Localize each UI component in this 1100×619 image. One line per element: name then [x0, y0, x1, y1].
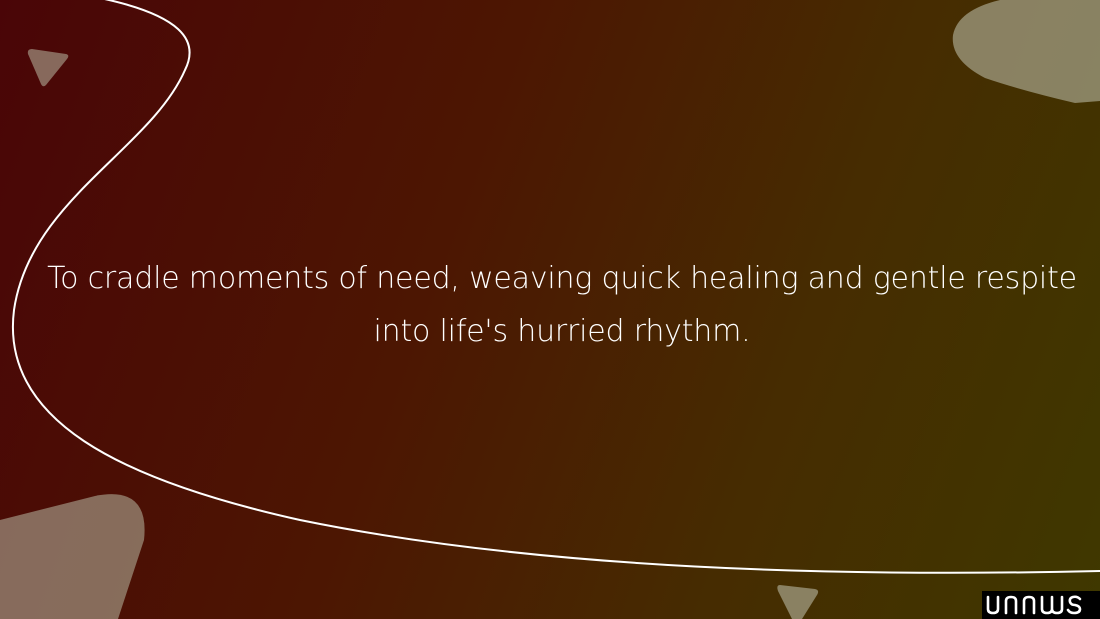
triangle-shape-bottom [777, 585, 819, 619]
rounded-triangle-bottom-left [0, 494, 145, 619]
brand-logo [982, 591, 1100, 619]
triangle-shape-top-left [27, 49, 69, 87]
logo-wordmark [986, 595, 1082, 615]
quote-text: To cradle moments of need, weaving quick… [47, 261, 1077, 349]
quote-slide: To cradle moments of need, weaving quick… [0, 0, 1100, 619]
rounded-shape-top-right [952, 0, 1100, 103]
